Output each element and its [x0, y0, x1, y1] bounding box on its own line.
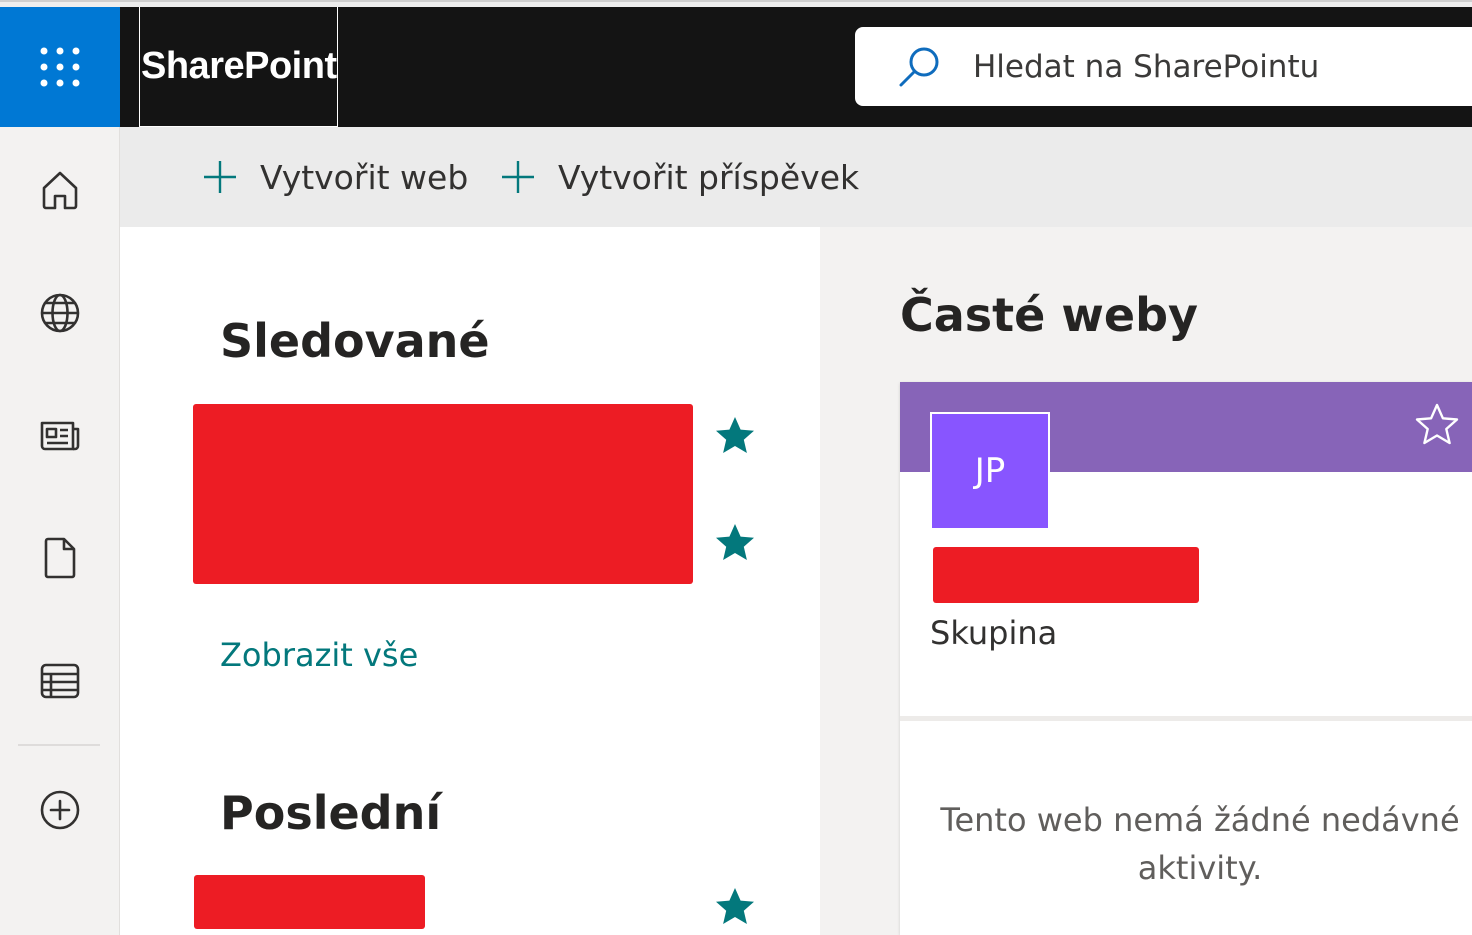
- site-card-divider: [900, 716, 1472, 721]
- home-icon: [42, 171, 78, 210]
- plus-icon: [502, 161, 534, 193]
- rail-files-button[interactable]: [30, 528, 90, 588]
- site-name-redacted[interactable]: [933, 547, 1199, 603]
- create-site-label: Vytvořit web: [260, 157, 469, 197]
- create-post-button[interactable]: Vytvořit příspěvek: [500, 127, 859, 227]
- search-icon: [899, 47, 939, 86]
- app-bar-divider: [18, 744, 100, 746]
- app-bar: [0, 127, 120, 935]
- plus-icon: [204, 161, 236, 193]
- frequent-sites-heading: Časté weby: [900, 288, 1198, 342]
- globe-icon: [40, 293, 80, 333]
- rail-sites-button[interactable]: [30, 283, 90, 343]
- recent-heading: Poslední: [220, 786, 442, 840]
- follow-star-icon[interactable]: [1414, 402, 1460, 448]
- window-top-edge: [0, 0, 1472, 7]
- followed-heading: Sledované: [220, 314, 490, 368]
- create-site-button[interactable]: Vytvořit web: [202, 127, 468, 227]
- site-initials: JP: [974, 451, 1006, 491]
- add-circle-icon: [40, 790, 80, 830]
- news-icon: [40, 421, 80, 451]
- no-activity-message: Tento web nemá žádné nedávné aktivity.: [940, 801, 1460, 887]
- search-input[interactable]: [973, 48, 1453, 85]
- rail-news-button[interactable]: [30, 405, 90, 465]
- app-launcher-button[interactable]: [0, 7, 120, 127]
- brand-label: SharePoint: [141, 45, 337, 87]
- rail-lists-button[interactable]: [30, 651, 90, 711]
- view-all-link[interactable]: Zobrazit vše: [220, 636, 418, 674]
- site-avatar: JP: [930, 412, 1050, 530]
- file-icon: [44, 537, 76, 579]
- filled-star-icon[interactable]: [714, 886, 756, 928]
- filled-star-icon[interactable]: [714, 522, 756, 564]
- site-type-label: Skupina: [930, 614, 1058, 652]
- create-post-label: Vytvořit příspěvek: [558, 157, 860, 197]
- rail-home-button[interactable]: [30, 160, 90, 220]
- search-box[interactable]: [855, 27, 1472, 106]
- filled-star-icon[interactable]: [714, 415, 756, 457]
- suite-header: SharePoint: [0, 7, 1472, 127]
- waffle-icon: [40, 47, 80, 87]
- followed-sites-redacted[interactable]: [193, 404, 693, 584]
- sharepoint-home-link[interactable]: SharePoint: [139, 7, 338, 127]
- rail-create-button[interactable]: [30, 780, 90, 840]
- recent-site-redacted[interactable]: [194, 875, 425, 929]
- command-bar: Vytvořit web Vytvořit příspěvek: [120, 127, 1472, 227]
- list-icon: [40, 663, 80, 699]
- site-card[interactable]: JP Skupina Tento web nemá žádné nedávné …: [900, 382, 1472, 935]
